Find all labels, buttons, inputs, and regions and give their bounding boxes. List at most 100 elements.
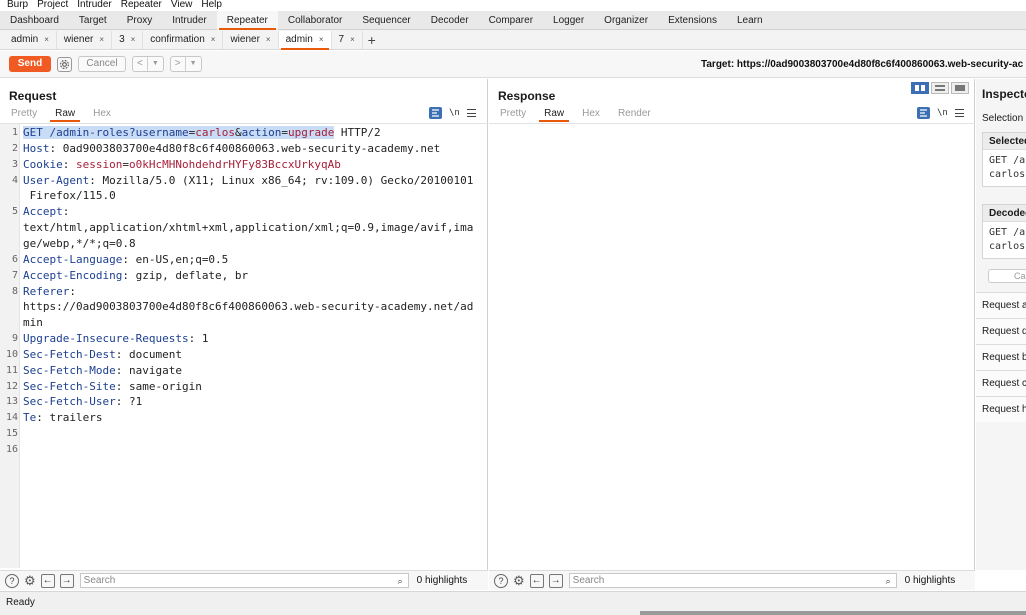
request-line-text: Upgrade-Insecure-Requests: 1: [23, 331, 483, 347]
repeater-tab[interactable]: 7 ×: [332, 30, 363, 49]
layout-side-by-side-icon[interactable]: [911, 82, 929, 94]
repeater-tab[interactable]: wiener ×: [223, 30, 279, 49]
next-match-icon[interactable]: →: [548, 573, 563, 588]
response-tab-raw[interactable]: Raw: [539, 108, 570, 122]
request-line-text: Sec-Fetch-Site: same-origin: [23, 379, 483, 395]
search-settings-gear-icon[interactable]: ⚙: [24, 573, 36, 588]
response-tab-render[interactable]: Render: [613, 108, 656, 122]
send-button[interactable]: Send: [9, 56, 51, 72]
close-tab-icon[interactable]: ×: [131, 31, 136, 49]
request-view-icons: \n: [429, 107, 476, 119]
tab-comparer[interactable]: Comparer: [479, 11, 543, 30]
target-url[interactable]: Target: https://0ad9003803700e4d80f8c6f4…: [701, 51, 1023, 78]
pretty-print-icon[interactable]: [429, 107, 442, 119]
code-token: ge/webp,*/*;q=0.8: [23, 236, 136, 250]
menu-item-repeater[interactable]: Repeater: [121, 0, 162, 10]
code-token: Upgrade-Insecure-Requests: [23, 332, 189, 346]
request-tab-pretty[interactable]: Pretty: [6, 108, 42, 122]
request-line-text: https://0ad9003803700e4d80f8c6f400860063…: [23, 299, 483, 315]
close-tab-icon[interactable]: ×: [350, 31, 355, 49]
tab-logger[interactable]: Logger: [543, 11, 594, 30]
response-title: Response: [498, 89, 556, 103]
close-tab-icon[interactable]: ×: [99, 31, 104, 49]
code-token: : same-origin: [115, 379, 202, 393]
menu-item-intruder[interactable]: Intruder: [77, 0, 111, 10]
response-tab-hex[interactable]: Hex: [577, 108, 605, 122]
add-tab-icon[interactable]: +: [363, 31, 381, 49]
inspector-section[interactable]: Request at: [976, 292, 1026, 318]
close-tab-icon[interactable]: ×: [211, 31, 216, 49]
tab-repeater[interactable]: Repeater: [216, 11, 278, 30]
request-panel: Request Pretty Raw Hex \n 1 GET /admin-role…: [0, 79, 488, 570]
help-icon[interactable]: ?: [5, 573, 19, 588]
inspector-section[interactable]: Request h: [976, 396, 1026, 422]
tab-decoder[interactable]: Decoder: [421, 11, 479, 30]
menu-item-project[interactable]: Project: [37, 0, 68, 10]
repeater-tab[interactable]: confirmation ×: [143, 30, 224, 49]
request-line-text: Firefox/115.0: [23, 188, 483, 204]
tab-target[interactable]: Target: [69, 11, 117, 30]
tab-sequencer[interactable]: Sequencer: [352, 11, 420, 30]
request-tab-hex[interactable]: Hex: [88, 108, 116, 122]
close-tab-icon[interactable]: ×: [266, 31, 271, 49]
code-token: : document: [115, 347, 182, 361]
request-tab-raw[interactable]: Raw: [50, 108, 81, 122]
line-number: 7: [11, 269, 18, 281]
code-token: min: [23, 316, 43, 330]
tab-learn[interactable]: Learn: [727, 11, 773, 30]
response-tab-pretty[interactable]: Pretty: [495, 108, 531, 122]
tab-organizer[interactable]: Organizer: [594, 11, 658, 30]
menu-item-burp[interactable]: Burp: [7, 0, 28, 10]
tab-proxy[interactable]: Proxy: [117, 11, 163, 30]
send-options-gear-icon[interactable]: [57, 56, 72, 72]
next-match-icon[interactable]: →: [59, 573, 74, 588]
back-dropdown-icon[interactable]: ▼: [146, 57, 163, 71]
menu-item-view[interactable]: View: [171, 0, 193, 10]
tab-collaborator[interactable]: Collaborator: [278, 11, 352, 30]
close-tab-icon[interactable]: ×: [44, 31, 49, 49]
previous-match-icon[interactable]: ←: [529, 573, 544, 588]
repeater-tab[interactable]: wiener ×: [57, 30, 113, 49]
newline-toggle-icon[interactable]: \n: [449, 108, 460, 118]
menu-item-help[interactable]: Help: [201, 0, 222, 10]
selected-text-header[interactable]: Selected: [983, 133, 1026, 150]
repeater-tab[interactable]: admin ×: [278, 30, 332, 50]
cancel-button[interactable]: Cancel: [78, 56, 126, 72]
inspector-section[interactable]: Request bo: [976, 344, 1026, 370]
tab-intruder[interactable]: Intruder: [162, 11, 216, 30]
response-search-input[interactable]: Search ⌕: [568, 573, 897, 588]
help-icon[interactable]: ?: [494, 573, 508, 588]
request-line-text: Accept-Language: en-US,en;q=0.5: [23, 252, 483, 268]
request-editor[interactable]: 1 GET /admin-roles?username = carlos&action…: [0, 123, 488, 568]
selected-text-box: Selected GET /a carlos: [982, 132, 1026, 187]
repeater-tab[interactable]: admin ×: [4, 30, 57, 49]
forward-dropdown-icon[interactable]: ▼: [184, 57, 201, 71]
inspector-section[interactable]: Request co: [976, 370, 1026, 396]
selected-line: carlos: [989, 169, 1026, 180]
request-search-input[interactable]: Search ⌕: [79, 573, 409, 588]
search-settings-gear-icon[interactable]: ⚙: [513, 573, 525, 588]
close-tab-icon[interactable]: ×: [319, 31, 324, 49]
request-menu-icon[interactable]: [466, 109, 476, 117]
inspector-section[interactable]: Request q: [976, 318, 1026, 344]
layout-stacked-icon[interactable]: [931, 82, 949, 94]
repeater-toolbar: Send Cancel < ▼ > ▼ Target: https://0ad900…: [0, 51, 1026, 78]
pretty-print-icon[interactable]: [917, 107, 930, 119]
newline-toggle-icon[interactable]: \n: [937, 108, 948, 118]
decoded-text-header[interactable]: Decoded: [983, 205, 1026, 222]
response-editor[interactable]: [489, 123, 975, 567]
code-token: : 1: [188, 332, 209, 346]
request-line-text: GET /admin-roles?username=carlos&action=…: [23, 125, 483, 141]
response-menu-icon[interactable]: [954, 109, 964, 117]
decoded-text-value: GET /a carlos: [983, 222, 1026, 258]
layout-tabs-icon[interactable]: [951, 82, 969, 94]
tab-extensions[interactable]: Extensions: [658, 11, 727, 30]
code-token: =: [122, 157, 129, 171]
inspector-cancel-button[interactable]: Ca: [988, 269, 1026, 283]
previous-match-icon[interactable]: ←: [40, 573, 55, 588]
history-forward-button[interactable]: > ▼: [169, 56, 202, 72]
horizontal-scrollbar[interactable]: [640, 611, 1026, 615]
repeater-tab[interactable]: 3 ×: [112, 30, 144, 49]
tab-dashboard[interactable]: Dashboard: [0, 11, 69, 30]
history-back-button[interactable]: < ▼: [132, 56, 164, 72]
